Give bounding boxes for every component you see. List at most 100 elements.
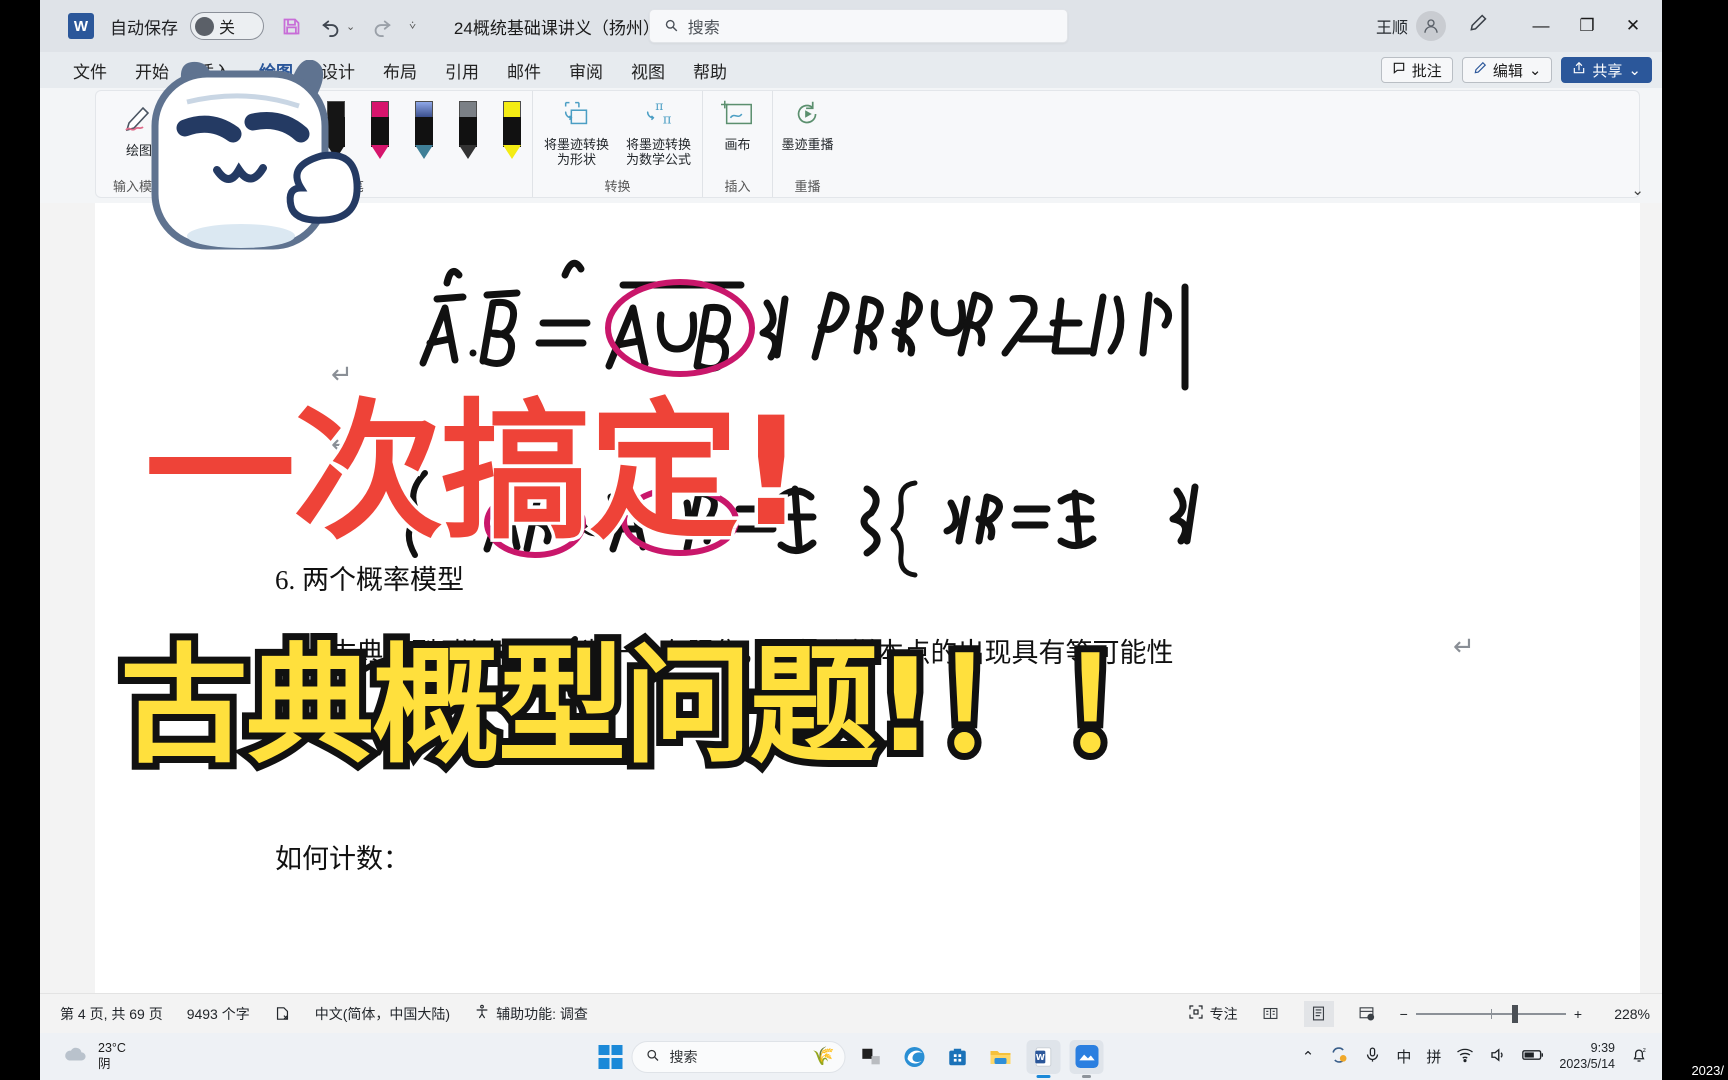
accessibility-icon	[474, 1004, 490, 1023]
status-right: 专注 − + 228%	[1188, 1000, 1650, 1027]
notifications-bell-icon[interactable]: z	[1630, 1046, 1648, 1068]
chevron-down-icon: ⌄	[1628, 62, 1641, 79]
word-title-bar: W 自动保存 关 ⌄ ⩒ 24概统基础课讲义（扬州） ⌄ ⚲ 搜索 王顺	[40, 0, 1662, 52]
document-line-heading: 6. 两个概率模型	[275, 565, 464, 595]
ink-to-shape-button[interactable]: 将墨迹转换为形状	[541, 97, 613, 167]
autosave-toggle[interactable]: 关	[190, 12, 264, 40]
chevron-up-icon[interactable]: ⌃	[1302, 1048, 1315, 1066]
ime-pinyin-indicator[interactable]: 拼	[1426, 1046, 1441, 1067]
zoom-in-button[interactable]: +	[1574, 1006, 1582, 1022]
tab-mailings[interactable]: 邮件	[496, 55, 552, 86]
pilcrow-mark: ↵	[1453, 632, 1475, 662]
word-count[interactable]: 9493 个字	[187, 1004, 250, 1024]
ribbon-group-insert: 画布 插入	[702, 91, 772, 197]
store-icon[interactable]	[941, 1040, 975, 1074]
mountain-icon[interactable]	[1069, 1039, 1104, 1078]
microphone-icon[interactable]	[1364, 1046, 1381, 1067]
tab-file[interactable]: 文件	[62, 55, 118, 86]
autosave-state: 关	[219, 20, 236, 37]
onedrive-sync-icon[interactable]	[1329, 1045, 1349, 1069]
overlay-caption-red: 一次搞定!	[141, 386, 808, 560]
ink-replay-button[interactable]: 墨迹重播	[779, 97, 837, 153]
highlighter-yellow[interactable]	[497, 101, 527, 159]
ribbon-group-replay: 墨迹重播 重播	[772, 91, 842, 197]
tab-view[interactable]: 视图	[620, 55, 676, 86]
focus-mode-button[interactable]: 专注	[1188, 1004, 1238, 1024]
share-icon	[1572, 61, 1586, 79]
zoom-midpoint-marker	[1490, 1008, 1493, 1019]
chevron-up-icon[interactable]: ⌄	[1631, 181, 1644, 199]
zoom-out-button[interactable]: −	[1400, 1006, 1408, 1022]
ink-to-math-button[interactable]: π π 将墨迹转换为数学公式	[623, 97, 695, 167]
battery-icon[interactable]	[1522, 1048, 1544, 1066]
share-button[interactable]: 共享 ⌄	[1561, 57, 1652, 83]
document-title[interactable]: 24概统基础课讲义（扬州）	[454, 14, 660, 39]
volume-icon[interactable]	[1489, 1046, 1507, 1068]
ribbon-group-replay-label: 重播	[794, 179, 821, 194]
zoom-thumb[interactable]	[1511, 1004, 1518, 1023]
ribbon-group-convert-label: 转换	[604, 179, 631, 194]
drawing-canvas-button[interactable]: 画布	[709, 97, 767, 153]
svg-text:π: π	[655, 99, 663, 113]
ink-pen-icon[interactable]	[1468, 13, 1488, 39]
pencil-gray[interactable]	[453, 101, 483, 159]
task-view-icon[interactable]	[855, 1040, 889, 1074]
taskbar-search-input[interactable]: 搜索 🌾	[631, 1040, 846, 1073]
edge-icon[interactable]	[898, 1040, 932, 1074]
comment-button[interactable]: 批注	[1380, 57, 1453, 83]
search-input[interactable]: ⚲ 搜索	[649, 9, 1068, 43]
zoom-level[interactable]: 228%	[1600, 1006, 1650, 1022]
proofing-errors-icon[interactable]	[274, 1005, 291, 1022]
system-tray: ⌃ 中 拼 9:39 2023/5/14 z	[1302, 1041, 1648, 1072]
undo-icon[interactable]	[318, 13, 344, 39]
ink-to-shape-label: 将墨迹转换为形状	[543, 137, 609, 167]
document-line-how-to-count: 如何计数：	[275, 844, 410, 874]
title-bar-right-controls: 王顺 — ❐ ✕	[1376, 0, 1662, 52]
tab-references[interactable]: 引用	[434, 55, 490, 86]
accessibility-indicator[interactable]: 辅助功能: 调查	[474, 1004, 588, 1024]
language-indicator[interactable]: 中文(简体，中国大陆)	[315, 1004, 450, 1024]
avatar[interactable]	[1416, 11, 1446, 41]
save-icon[interactable]	[278, 13, 304, 39]
windows-start-icon[interactable]	[598, 1044, 623, 1069]
comment-icon	[1392, 61, 1406, 79]
focus-mode-icon	[1188, 1004, 1204, 1023]
document-page[interactable]: ↵ ↵ ↵ 6. 两个概率模型 (1) 古典概型: 样本空间Ω为一个有限集，且每…	[95, 203, 1640, 993]
maximize-button[interactable]: ❐	[1564, 0, 1610, 52]
svg-text:z: z	[1643, 1047, 1646, 1054]
edit-label: 编辑	[1492, 62, 1523, 80]
print-layout-button[interactable]	[1303, 1000, 1334, 1027]
read-mode-button[interactable]	[1256, 1001, 1286, 1027]
zoom-slider[interactable]: − +	[1400, 1004, 1582, 1023]
taskbar-search-placeholder: 搜索	[669, 1048, 698, 1065]
drawing-canvas-label: 画布	[724, 137, 751, 152]
canvas-icon	[719, 97, 757, 136]
taskbar-center: 搜索 🌾 W	[598, 1039, 1104, 1078]
app-running-indicator	[1082, 1074, 1091, 1078]
close-button[interactable]: ✕	[1610, 0, 1656, 52]
word-icon[interactable]: W	[1026, 1039, 1061, 1078]
folder-icon[interactable]	[984, 1040, 1018, 1074]
weather-widget[interactable]: 23°C 阴	[40, 1041, 126, 1072]
tab-help[interactable]: 帮助	[682, 55, 738, 86]
overlay-caption-yellow: 古典概型问题!！！	[113, 632, 1193, 781]
redo-icon[interactable]	[369, 13, 395, 39]
pencil-icon	[1473, 61, 1487, 79]
app-running-indicator	[1036, 1074, 1051, 1078]
wifi-icon[interactable]	[1456, 1046, 1474, 1068]
panda-mascot	[125, 59, 385, 310]
zoom-track[interactable]	[1415, 1004, 1566, 1023]
taskbar-clock[interactable]: 9:39 2023/5/14	[1559, 1041, 1615, 1072]
web-layout-button[interactable]	[1352, 1001, 1382, 1027]
video-frame: W 自动保存 关 ⌄ ⩒ 24概统基础课讲义（扬州） ⌄ ⚲ 搜索 王顺	[0, 0, 1728, 1080]
ink-to-shape-icon	[558, 97, 596, 136]
edit-mode-button[interactable]: 编辑 ⌄	[1461, 57, 1553, 83]
customize-quick-access-icon[interactable]: ⩒	[409, 20, 416, 33]
minimize-button[interactable]: —	[1518, 0, 1564, 52]
ribbon-actions: 批注 编辑 ⌄ 共享 ⌄	[1380, 52, 1652, 88]
pen-galaxy[interactable]	[409, 101, 439, 159]
tab-review[interactable]: 审阅	[558, 55, 614, 86]
ime-mode-indicator[interactable]: 中	[1396, 1046, 1411, 1067]
page-indicator[interactable]: 第 4 页, 共 69 页	[60, 1004, 163, 1024]
undo-chevron-down-icon[interactable]: ⌄	[346, 20, 355, 33]
